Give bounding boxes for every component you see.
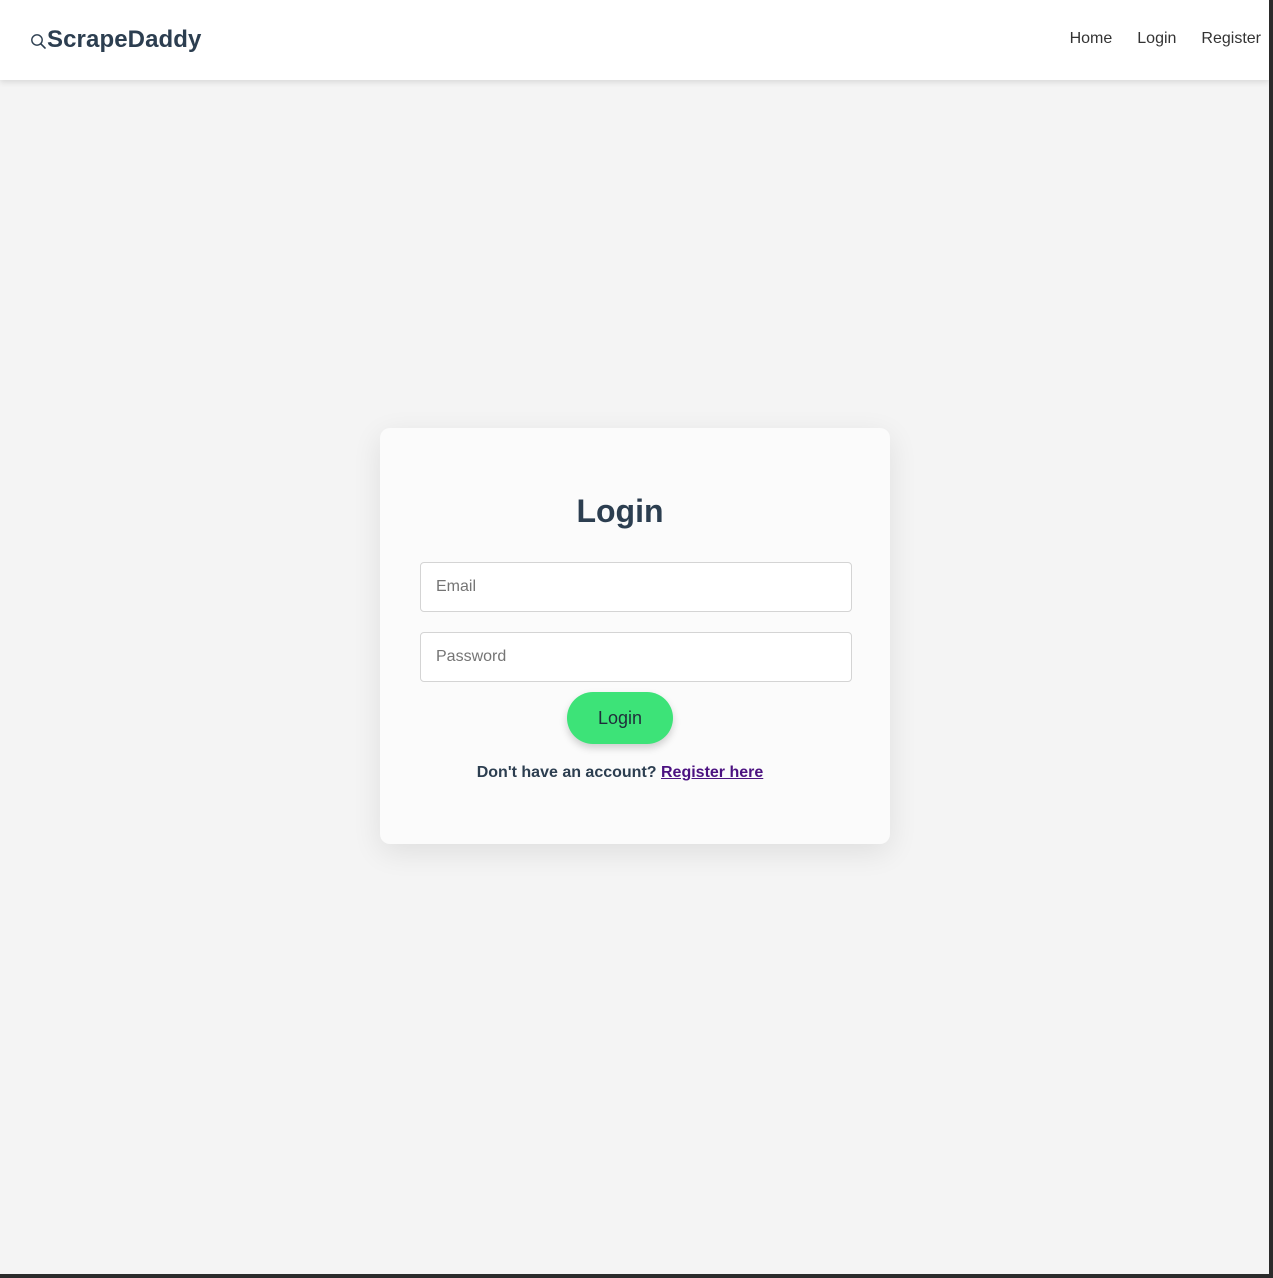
register-prompt-line: Don't have an account? Register here: [0, 764, 1240, 782]
nav-login-link[interactable]: Login: [1137, 30, 1176, 48]
login-button[interactable]: Login: [567, 692, 673, 744]
nav-links: Home Login Register: [1045, 30, 1261, 48]
search-icon: [30, 33, 47, 50]
login-title: Login: [576, 493, 664, 529]
brand-link[interactable]: ScrapeDaddy: [30, 26, 202, 54]
register-here-link[interactable]: Register here: [661, 764, 763, 781]
register-prompt-text: Don't have an account?: [476, 764, 657, 781]
nav-register-link[interactable]: Register: [1201, 30, 1261, 48]
page: ScrapeDaddy Home Login Register Login Lo…: [0, 0, 1269, 1274]
password-field[interactable]: [420, 632, 852, 682]
brand-name: ScrapeDaddy: [47, 26, 202, 53]
nav-home-link[interactable]: Home: [1070, 30, 1113, 48]
navbar: ScrapeDaddy Home Login Register: [0, 0, 1269, 80]
email-field[interactable]: [420, 562, 852, 612]
